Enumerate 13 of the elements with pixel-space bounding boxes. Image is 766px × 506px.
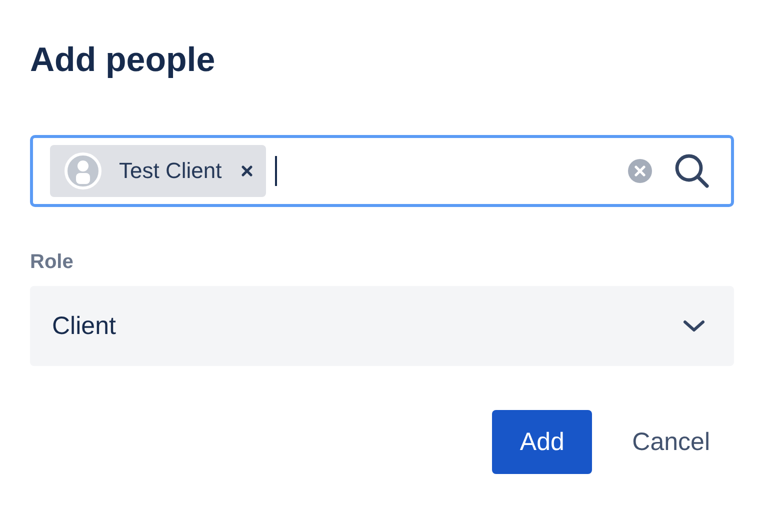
text-cursor: [274, 156, 277, 186]
role-select[interactable]: Client: [30, 286, 734, 366]
chip-label: Test Client: [119, 158, 222, 184]
dialog-title: Add people: [30, 40, 216, 81]
avatar-icon: [64, 152, 102, 190]
remove-icon[interactable]: [240, 164, 254, 178]
search-icon[interactable]: [673, 152, 711, 190]
people-field[interactable]: Test Client: [30, 135, 734, 207]
person-chip[interactable]: Test Client: [50, 145, 266, 197]
cancel-button[interactable]: Cancel: [612, 410, 730, 474]
field-label: Role: [30, 251, 74, 274]
chevron-down-icon: [682, 319, 706, 333]
add-button[interactable]: Add: [492, 410, 592, 474]
